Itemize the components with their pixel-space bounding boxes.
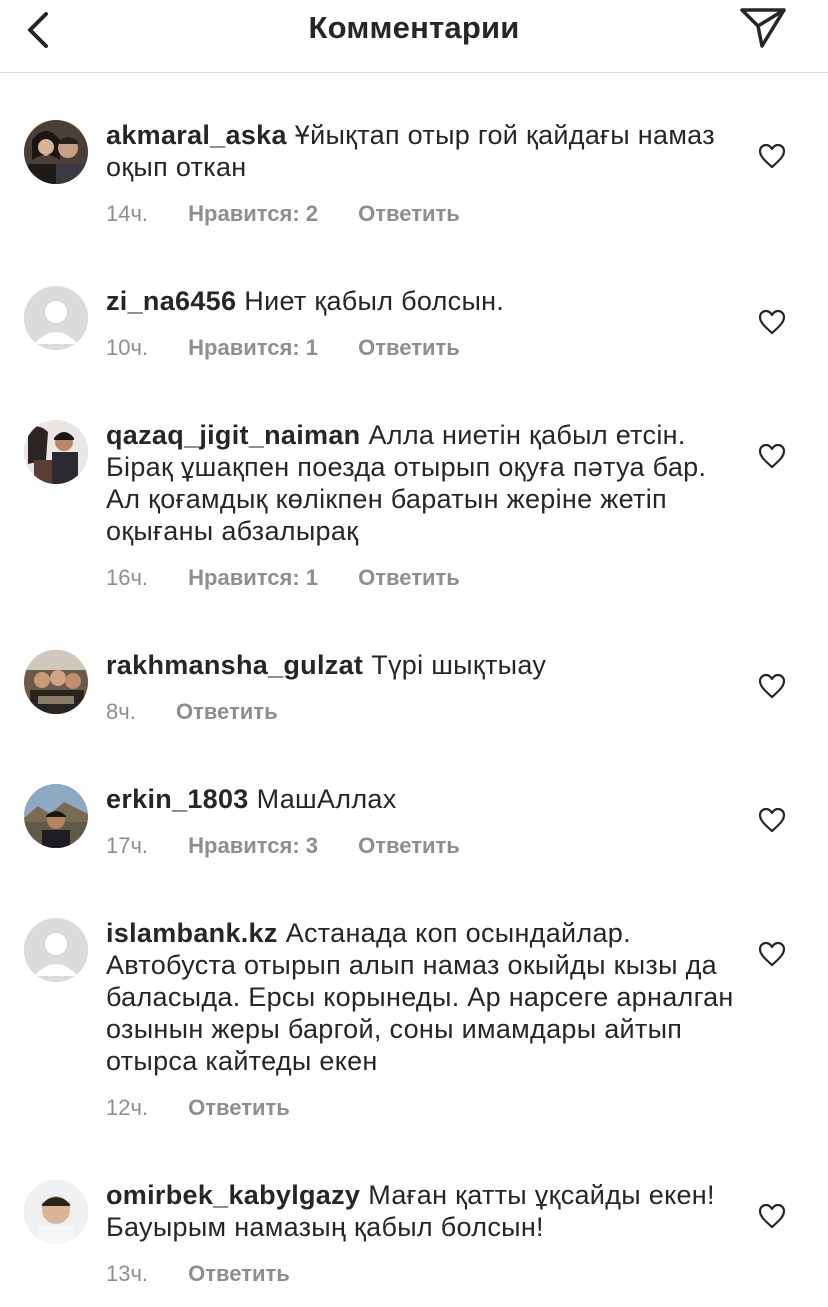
comment-meta: 8ч. Ответить <box>106 699 278 725</box>
comment-text-block: akmaral_aska Ұйықтап отыр гой қайдағы нам… <box>106 119 736 183</box>
reply-button[interactable]: Ответить <box>176 699 278 725</box>
comment-username[interactable]: omirbek_kabylgazy <box>106 1180 360 1210</box>
comment-text-block: zi_na6456 Ниет қабыл болсын. <box>106 285 736 317</box>
comment-meta: 13ч. Ответить <box>106 1261 290 1287</box>
comment-username[interactable]: akmaral_aska <box>106 120 287 150</box>
comment-likes-count[interactable]: Нравится: 3 <box>188 833 318 859</box>
avatar[interactable] <box>24 784 88 848</box>
avatar[interactable] <box>24 1180 88 1244</box>
comment-text-block: erkin_1803 МашАллах <box>106 783 736 815</box>
comment-username[interactable]: erkin_1803 <box>106 784 249 814</box>
reply-button[interactable]: Ответить <box>358 565 460 591</box>
avatar[interactable] <box>24 420 88 484</box>
comment-meta: 10ч. Нравится: 1 Ответить <box>106 335 460 361</box>
comment-text-block: qazaq_jigit_naiman Алла ниетін қабыл етсі… <box>106 419 736 547</box>
comment-body: МашАллах <box>256 784 397 814</box>
share-paper-plane-icon[interactable] <box>738 4 788 50</box>
avatar[interactable] <box>24 286 88 350</box>
comment-username[interactable]: zi_na6456 <box>106 286 236 316</box>
comment-text-block: omirbek_kabylgazy Маған қатты ұқсайды еке… <box>106 1179 736 1243</box>
heart-icon[interactable] <box>758 143 786 169</box>
comment-meta: 17ч. Нравится: 3 Ответить <box>106 833 460 859</box>
heart-icon[interactable] <box>758 673 786 699</box>
heart-icon[interactable] <box>758 443 786 469</box>
comment-time: 8ч. <box>106 699 136 724</box>
avatar[interactable] <box>24 650 88 714</box>
comment-text-block: rakhmansha_gulzat Түрі шықтыау <box>106 649 736 681</box>
page-title: Комментарии <box>308 10 520 45</box>
heart-icon[interactable] <box>758 807 786 833</box>
heart-icon[interactable] <box>758 1203 786 1229</box>
avatar[interactable] <box>24 918 88 982</box>
comment-body: Ниет қабыл болсын. <box>244 286 505 316</box>
comment-likes-count[interactable]: Нравится: 2 <box>188 201 318 227</box>
comment-time: 14ч. <box>106 201 149 226</box>
heart-icon[interactable] <box>758 941 786 967</box>
comment-text-block: islambank.kz Астанада коп осындайлар. Авт… <box>106 917 736 1077</box>
comment-time: 10ч. <box>106 335 149 360</box>
comment-username[interactable]: qazaq_jigit_naiman <box>106 420 360 450</box>
heart-icon[interactable] <box>758 309 786 335</box>
reply-button[interactable]: Ответить <box>188 1095 290 1121</box>
comment-time: 13ч. <box>106 1261 149 1286</box>
comment-time: 17ч. <box>106 833 149 858</box>
comment-likes-count[interactable]: Нравится: 1 <box>188 565 318 591</box>
comment-body: Түрі шықтыау <box>371 650 547 680</box>
comment-time: 16ч. <box>106 565 149 590</box>
avatar[interactable] <box>24 120 88 184</box>
comment-meta: 14ч. Нравится: 2 Ответить <box>106 201 460 227</box>
comment-username[interactable]: islambank.kz <box>106 918 278 948</box>
comment-meta: 12ч. Ответить <box>106 1095 290 1121</box>
header-bar: Комментарии <box>0 0 828 73</box>
reply-button[interactable]: Ответить <box>358 335 460 361</box>
comment-time: 12ч. <box>106 1095 149 1120</box>
comment-likes-count[interactable]: Нравится: 1 <box>188 335 318 361</box>
reply-button[interactable]: Ответить <box>358 201 460 227</box>
comment-username[interactable]: rakhmansha_gulzat <box>106 650 363 680</box>
reply-button[interactable]: Ответить <box>188 1261 290 1287</box>
reply-button[interactable]: Ответить <box>358 833 460 859</box>
comment-meta: 16ч. Нравится: 1 Ответить <box>106 565 460 591</box>
